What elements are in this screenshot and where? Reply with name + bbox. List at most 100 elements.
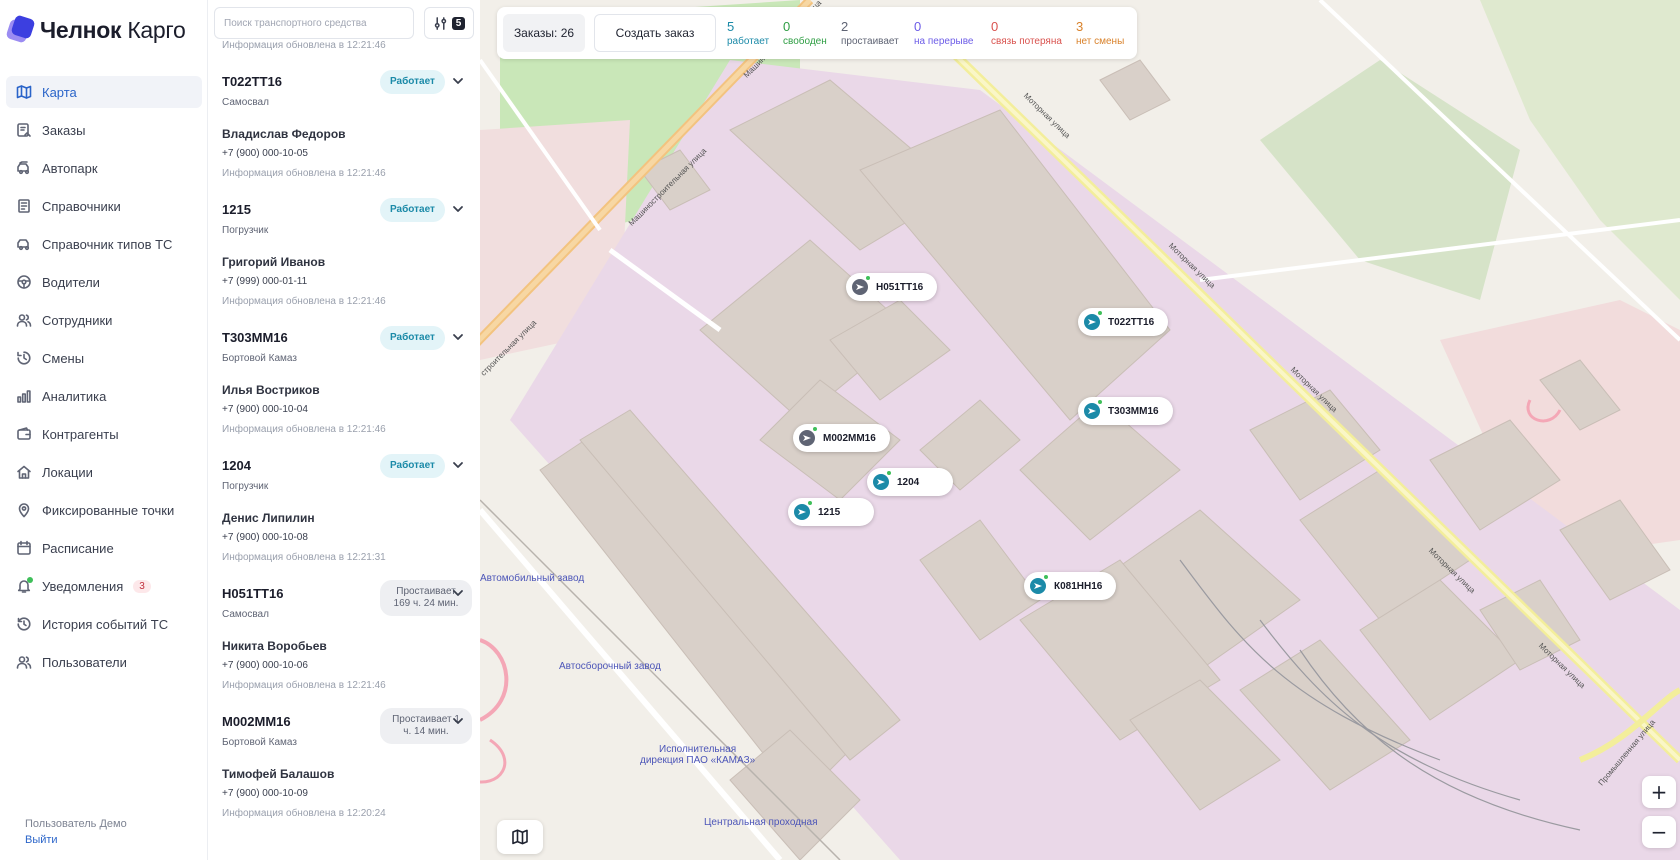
nav-label: Расписание (42, 540, 114, 556)
vehicle-type: Самосвал (222, 97, 269, 108)
stat-label: работает (727, 36, 770, 47)
zoom-in-button[interactable]: + (1642, 776, 1676, 808)
expand-button[interactable] (451, 74, 465, 88)
expand-button[interactable] (451, 586, 465, 600)
vehicle-card[interactable]: Т022ТТ16 Самосвал Работает Владислав Фед… (208, 64, 480, 192)
stat-free[interactable]: 0 свободен (783, 19, 827, 47)
stat-label: простаивает (841, 36, 899, 47)
nav-item-locations[interactable]: Локации (6, 456, 202, 488)
stat-value: 0 (914, 19, 922, 34)
nav-label: История событий ТС (42, 616, 169, 632)
stat-value: 5 (727, 19, 735, 34)
nav-item-directories[interactable]: Справочники (6, 190, 202, 222)
stat-on-break[interactable]: 0 на перерыве (914, 19, 973, 47)
vehicle-marker[interactable]: М002ММ16 (793, 424, 890, 452)
map-label-central-gate: Центральная проходная (704, 817, 818, 828)
updated-text: Информация обновлена в 12:20:24 (222, 808, 386, 819)
nav-label: Заказы (42, 122, 86, 138)
stat-value: 2 (841, 19, 849, 34)
logout-link[interactable]: Выйти (25, 834, 127, 846)
history-icon (15, 615, 33, 633)
stat-value: 0 (783, 19, 791, 34)
vehicle-search-input[interactable] (214, 7, 414, 39)
vehicle-card[interactable]: 1215 Погрузчик Работает Григорий Иванов … (208, 192, 480, 320)
online-dot (1043, 574, 1049, 580)
stat-connection-lost[interactable]: 0 связь потеряна (991, 19, 1062, 47)
vehicle-marker[interactable]: Т303ММ16 (1078, 397, 1173, 425)
filter-button[interactable]: 5 (424, 7, 474, 39)
stat-working[interactable]: 5 работает (727, 19, 769, 47)
vehicle-marker[interactable]: 1204 (867, 468, 953, 496)
nav-label: Уведомления (42, 578, 124, 594)
vehicle-marker-label: Т022ТТ16 (1108, 316, 1155, 328)
vehicle-plate: Т022ТТ16 (222, 74, 282, 89)
nav-item-employees[interactable]: Сотрудники (6, 304, 202, 336)
expand-button[interactable] (451, 202, 465, 216)
nav-item-shifts[interactable]: Смены (6, 342, 202, 374)
navigation-arrow-icon (1030, 574, 1049, 594)
nav-item-drivers[interactable]: Водители (6, 266, 202, 298)
online-dot (812, 426, 818, 432)
nav-item-vehicle-types[interactable]: Справочник типов ТС (6, 228, 202, 260)
nav-item-analytics[interactable]: Аналитика (6, 380, 202, 412)
clock-icon (15, 349, 33, 367)
expand-button[interactable] (451, 330, 465, 344)
driver-name: Владислав Федоров (222, 127, 346, 141)
nav-item-fixed-points[interactable]: Фиксированные точки (6, 494, 202, 526)
nav-item-event-history[interactable]: История событий ТС (6, 608, 202, 640)
updated-text: Информация обновлена в 12:21:46 (222, 296, 386, 307)
nav-label: Сотрудники (42, 312, 113, 328)
nav-item-contractors[interactable]: Контрагенты (6, 418, 202, 450)
expand-button[interactable] (451, 714, 465, 728)
vehicle-marker-label: 1215 (818, 506, 841, 518)
book-icon (15, 197, 33, 215)
map-label-auto-plant: Автомобильный завод (480, 573, 585, 584)
updated-text: Информация обновлена в 12:21:31 (222, 552, 386, 563)
stat-idle[interactable]: 2 простаивает (841, 19, 899, 47)
vehicle-marker[interactable]: 1215 (788, 498, 874, 526)
online-dot (865, 275, 871, 281)
vehicle-card[interactable]: Н051ТТ16 Самосвал Простаивает 169 ч. 24 … (208, 576, 480, 704)
map-icon (15, 83, 33, 101)
vehicle-card[interactable]: Т303ММ16 Бортовой Камаз Работает Илья Во… (208, 320, 480, 448)
nav-item-map[interactable]: Карта (6, 76, 202, 108)
driver-name: Никита Воробьев (222, 639, 327, 653)
vehicle-plate: Т303ММ16 (222, 330, 288, 345)
nav-item-users[interactable]: Пользователи (6, 646, 202, 678)
wallet-icon (15, 425, 33, 443)
chevron-down-icon (453, 334, 463, 340)
nav-label: Водители (42, 274, 100, 290)
driver-phone: +7 (900) 000-10-05 (222, 148, 308, 159)
map-label-executive-line2: дирекция ПАО «КАМАЗ» (640, 755, 756, 766)
map-canvas[interactable] (480, 0, 1680, 860)
vehicle-status-badge: Работает (380, 70, 445, 94)
vehicle-marker[interactable]: К081НН16 (1024, 572, 1117, 600)
vehicle-card[interactable]: М002ММ16 Бортовой Камаз Простаивает 1 ч.… (208, 704, 480, 832)
nav-item-orders[interactable]: Заказы (6, 114, 202, 146)
nav-item-fleet[interactable]: Автопарк (6, 152, 202, 184)
map-label-assembly-plant: Автосборочный завод (559, 661, 661, 672)
vehicle-card[interactable]: 1204 Погрузчик Работает Денис Липилин +7… (208, 448, 480, 576)
stat-no-shift[interactable]: 3 нет смены (1076, 19, 1124, 47)
vehicle-marker[interactable]: Т022ТТ16 (1078, 308, 1169, 336)
nav-item-notifications[interactable]: Уведомления 3 (6, 570, 202, 602)
nav-item-schedule[interactable]: Расписание (6, 532, 202, 564)
vehicle-marker[interactable]: Н051ТТ16 (846, 273, 938, 301)
driver-name: Денис Липилин (222, 511, 315, 525)
app-logo[interactable]: Челнок Карго (5, 14, 186, 46)
vehicle-marker-label: 1204 (897, 476, 920, 488)
vehicle-marker-label: Т303ММ16 (1108, 405, 1159, 417)
map-layers-button[interactable] (497, 820, 543, 854)
orders-count-button[interactable]: Заказы: 26 (503, 14, 585, 52)
expand-button[interactable] (451, 458, 465, 472)
vehicle-type: Бортовой Камаз (222, 353, 297, 364)
navigation-arrow-icon (1084, 399, 1103, 419)
create-order-button[interactable]: Создать заказ (594, 14, 716, 52)
driver-phone: +7 (900) 000-10-06 (222, 660, 308, 671)
zoom-out-button[interactable]: − (1642, 816, 1676, 848)
driver-name: Тимофей Балашов (222, 767, 335, 781)
driver-name: Илья Востриков (222, 383, 320, 397)
map-view[interactable]: Автомобильный завод Автосборочный завод … (480, 0, 1680, 860)
logo-icon (5, 14, 36, 44)
steering-wheel-icon (15, 273, 33, 291)
